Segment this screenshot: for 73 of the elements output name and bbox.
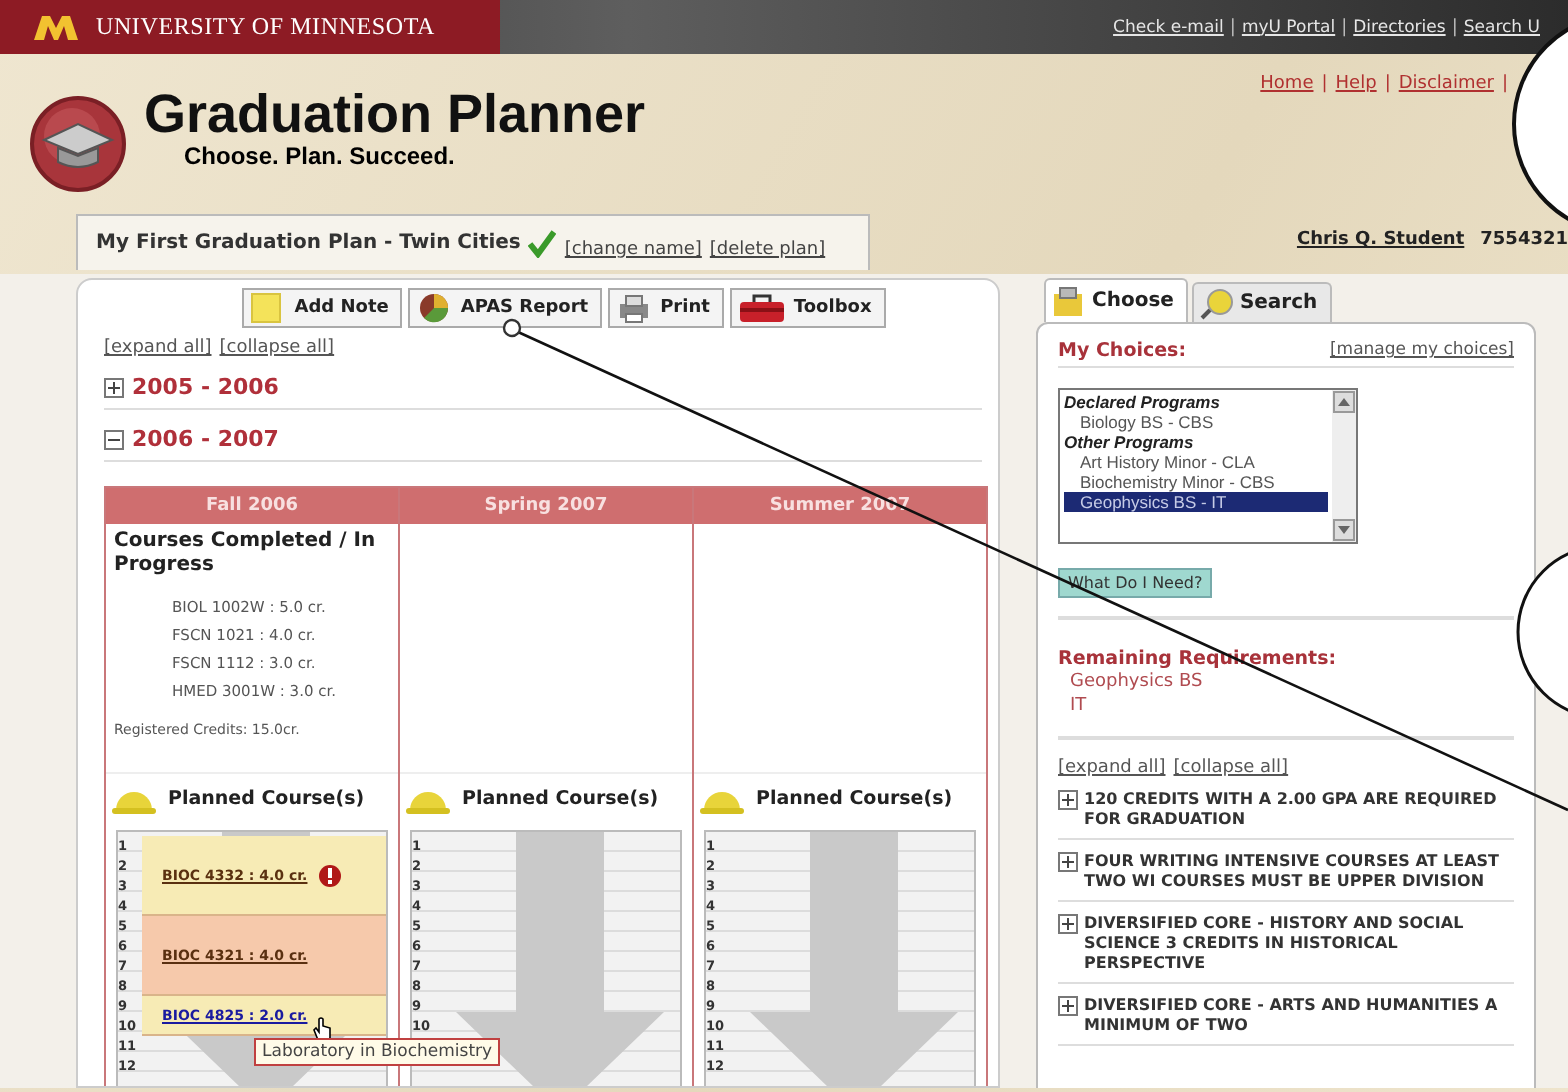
year-heading[interactable]: 2005 - 2006: [132, 374, 279, 400]
top-link[interactable]: Check e-mail: [1113, 17, 1224, 37]
toolbar-button[interactable]: APAS Report: [408, 288, 603, 328]
top-link[interactable]: myU Portal: [1241, 17, 1336, 37]
separator: |: [1501, 74, 1508, 94]
page-title: Graduation Planner: [144, 84, 646, 144]
what-do-i-need-button[interactable]: What Do I Need?: [1058, 568, 1213, 598]
pie-chart-icon: [416, 292, 453, 324]
search-icon: [1199, 287, 1234, 319]
toolbar-button[interactable]: Add Note: [242, 288, 403, 328]
scrollbar-icon: [1332, 390, 1356, 542]
check-icon: [528, 229, 557, 257]
tab[interactable]: Choose: [1044, 278, 1188, 322]
expand-icon[interactable]: [1058, 852, 1078, 872]
hand-cursor-icon: [311, 1016, 332, 1042]
toolbox-icon: [737, 292, 786, 324]
collapse-icon[interactable]: [104, 429, 124, 449]
graduation-cap-icon: [28, 94, 128, 194]
program-list[interactable]: Declared Programs Biology BS - CBS Other Programs Art History Minor - CLA Biochemistry Minor - CBS Geophysics BS - IT: [1058, 388, 1358, 544]
program-name: IT: [1068, 694, 1089, 718]
top-link[interactable]: Search U: [1463, 17, 1540, 37]
tab[interactable]: Search: [1191, 282, 1332, 322]
separator: |: [1451, 17, 1458, 37]
list-option[interactable]: Geophysics BS - IT: [1064, 492, 1328, 512]
section-title: Courses Completed / In Progress: [114, 530, 378, 578]
toolbar-button[interactable]: Print: [608, 288, 724, 328]
tooltip: Laboratory in Biochemistry: [254, 1038, 501, 1066]
text-link[interactable]: [manage my choices]: [1329, 340, 1514, 362]
expand-icon[interactable]: [1058, 996, 1078, 1016]
top-link[interactable]: Directories: [1353, 17, 1446, 37]
term-header: Fall 2006: [106, 488, 398, 524]
year-heading[interactable]: 2006 - 2007: [132, 426, 279, 452]
term-header: Spring 2007: [400, 488, 692, 524]
text-link[interactable]: [change name]: [564, 240, 702, 260]
user-name[interactable]: Chris Q. Student: [1296, 230, 1465, 250]
list-option[interactable]: Biochemistry Minor - CBS: [1064, 472, 1328, 492]
text-link[interactable]: [delete plan]: [709, 240, 826, 260]
list-option[interactable]: Art History Minor - CLA: [1064, 452, 1328, 472]
list-option[interactable]: Biology BS - CBS: [1064, 412, 1328, 432]
header-link[interactable]: Help: [1335, 74, 1377, 94]
user-id: 7554321: [1480, 230, 1568, 250]
separator: |: [1384, 74, 1391, 94]
separator: |: [1229, 17, 1236, 37]
expand-icon[interactable]: [1058, 790, 1078, 810]
section-title: Planned Course(s): [756, 787, 953, 809]
clipboard-icon: [1052, 285, 1086, 317]
printer-icon: [616, 292, 653, 324]
section-title: Planned Course(s): [462, 787, 659, 809]
plan-name: My First Graduation Plan - Twin Cities: [96, 232, 521, 254]
expand-icon[interactable]: [1058, 914, 1078, 934]
requirement-heading[interactable]: DIVERSIFIED CORE - ARTS AND HUMANITIES A MINIMUM OF TWO: [1084, 996, 1514, 1036]
requirement-heading[interactable]: FOUR WRITING INTENSIVE COURSES AT LEAST TWO WI COURSES MUST BE UPPER DIVISION: [1084, 852, 1514, 892]
program-name: Geophysics BS: [1068, 670, 1205, 694]
separator: |: [1321, 74, 1328, 94]
note-icon: [250, 292, 287, 324]
list-group-label: Other Programs: [1064, 432, 1196, 452]
tagline: Choose. Plan. Succeed.: [184, 144, 457, 170]
requirement-heading[interactable]: 120 CREDITS WITH A 2.00 GPA ARE REQUIRED FOR GRADUATION: [1084, 790, 1514, 830]
toolbar-button[interactable]: Toolbox: [729, 288, 886, 328]
brand-name: UNIVERSITY OF MINNESOTA: [96, 12, 435, 42]
header-link[interactable]: Disclaimer: [1398, 74, 1494, 94]
text-link[interactable]: [expand all]: [1058, 758, 1166, 778]
section-title: Planned Course(s): [168, 787, 365, 809]
requirement-heading[interactable]: DIVERSIFIED CORE - HISTORY AND SOCIAL SCIENCE 3 CREDITS IN HISTORICAL PERSPECTIVE: [1084, 914, 1514, 974]
separator: |: [1341, 17, 1348, 37]
list-group-label: Declared Programs: [1064, 392, 1222, 412]
section-title: My Choices:: [1058, 340, 1186, 362]
text-link[interactable]: [expand all]: [104, 338, 212, 358]
text-link[interactable]: [collapse all]: [219, 338, 335, 358]
logo-icon: [32, 13, 80, 41]
expand-icon[interactable]: [104, 377, 124, 397]
text-link[interactable]: [collapse all]: [1173, 758, 1289, 778]
header-link[interactable]: Home: [1260, 74, 1314, 94]
